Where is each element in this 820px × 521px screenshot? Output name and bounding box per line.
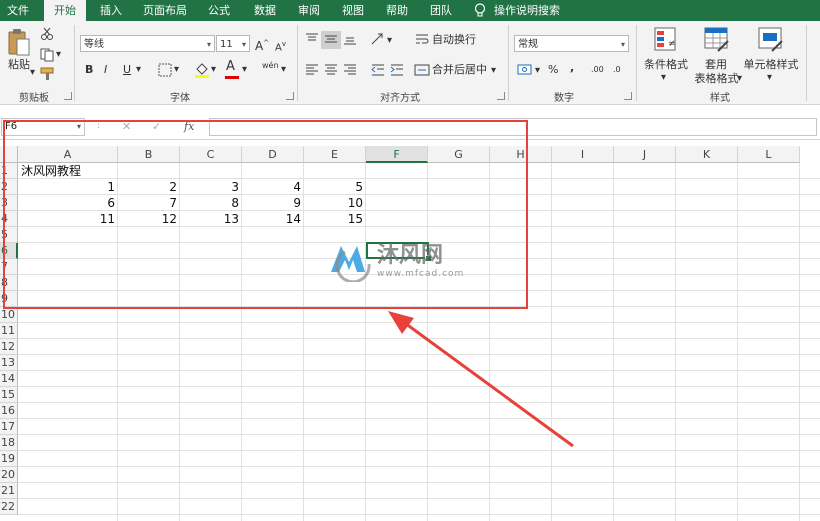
annotation-arrow xyxy=(388,311,574,448)
